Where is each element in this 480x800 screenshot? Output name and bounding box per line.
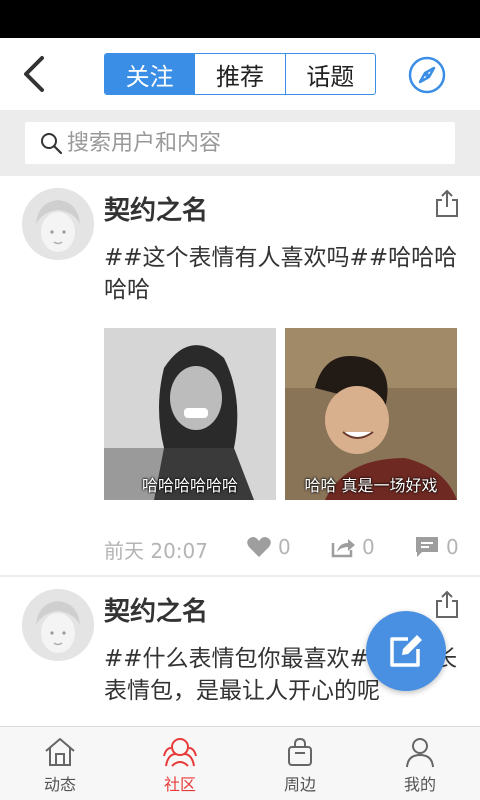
share-icon <box>436 590 458 618</box>
comment-button[interactable]: 0 <box>414 532 459 562</box>
chevron-left-icon <box>24 56 44 92</box>
search-bar-container <box>0 110 480 176</box>
back-button[interactable] <box>14 54 58 94</box>
share-icon <box>436 189 458 217</box>
post-meta: 前天 20:07 0 0 0 <box>104 532 464 563</box>
tab-recommend[interactable]: 推荐 <box>195 54 286 94</box>
person-icon <box>406 738 434 768</box>
post-image[interactable]: 哈哈哈哈哈哈 <box>104 328 276 500</box>
search-input[interactable] <box>67 130 427 156</box>
tab-label: 周边 <box>283 775 316 794</box>
post-username[interactable]: 契约之名 <box>104 190 208 227</box>
tab-community[interactable]: 社区 <box>120 727 240 800</box>
repost-button[interactable]: 0 <box>330 532 375 562</box>
default-avatar-icon <box>22 188 94 260</box>
image-caption: 哈哈 真是一场好戏 <box>304 476 438 495</box>
shopping-bag-icon <box>288 737 312 766</box>
comment-count: 0 <box>446 535 459 559</box>
heart-icon <box>247 537 271 557</box>
image-caption: 哈哈哈哈哈哈 <box>141 476 238 495</box>
tab-nearby[interactable]: 周边 <box>240 727 360 800</box>
share-button[interactable] <box>434 589 460 619</box>
compose-post-button[interactable] <box>366 611 446 691</box>
status-bar <box>0 0 480 38</box>
community-icon <box>163 738 197 767</box>
post-text: ##这个表情有人喜欢吗##哈哈哈哈哈 <box>104 245 458 303</box>
tab-label: 社区 <box>163 775 196 794</box>
avatar[interactable] <box>22 188 94 260</box>
tab-label: 我的 <box>403 775 436 794</box>
tab-profile[interactable]: 我的 <box>360 727 480 800</box>
compass-icon <box>408 56 446 94</box>
like-count: 0 <box>278 535 291 559</box>
tab-topics[interactable]: 话题 <box>286 54 375 94</box>
post-time: 前天 20:07 <box>104 539 208 563</box>
tab-feed[interactable]: 动态 <box>0 727 120 800</box>
share-button[interactable] <box>434 188 460 218</box>
home-icon <box>45 738 75 766</box>
feed-segmented-control: 关注 推荐 话题 <box>104 53 376 95</box>
comment-icon <box>416 537 438 557</box>
repost-count: 0 <box>362 535 375 559</box>
like-button[interactable]: 0 <box>246 532 291 562</box>
forward-icon <box>331 539 355 558</box>
search-icon <box>41 133 63 155</box>
bottom-tab-bar: 动态 社区 周边 我的 <box>0 726 480 800</box>
post-card[interactable]: 契约之名 ##这个表情有人喜欢吗##哈哈哈哈哈 哈哈哈哈哈哈 哈哈 真是一场好戏… <box>0 176 480 577</box>
post-username[interactable]: 契约之名 <box>104 591 208 628</box>
search-box[interactable] <box>25 122 455 164</box>
tab-follow[interactable]: 关注 <box>105 54 196 94</box>
tab-label: 动态 <box>43 775 76 794</box>
discover-button[interactable] <box>407 55 447 95</box>
post-image[interactable]: 哈哈 真是一场好戏 <box>285 328 457 500</box>
avatar[interactable] <box>22 589 94 661</box>
edit-icon <box>390 635 422 667</box>
default-avatar-icon <box>22 589 94 661</box>
top-nav-bar: 关注 推荐 话题 <box>0 38 480 110</box>
